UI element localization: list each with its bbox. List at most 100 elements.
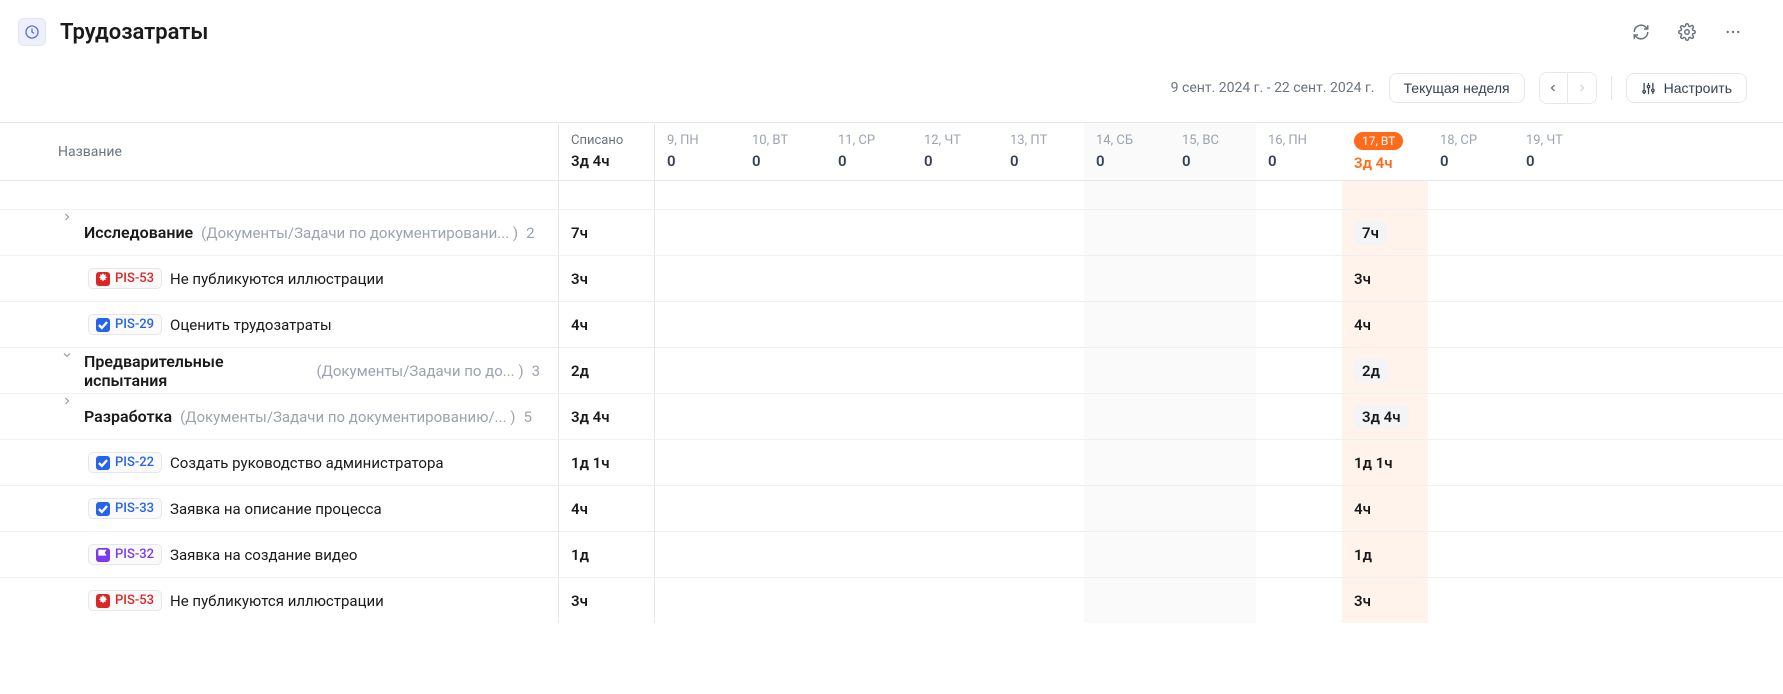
day-cell[interactable]: [826, 578, 912, 623]
day-cell[interactable]: [826, 302, 912, 347]
day-cell[interactable]: [998, 256, 1084, 301]
day-cell[interactable]: [1084, 256, 1170, 301]
day-cell[interactable]: [740, 302, 826, 347]
day-cell[interactable]: [826, 256, 912, 301]
logged-cell[interactable]: 1д: [558, 532, 654, 577]
day-cell[interactable]: [1256, 302, 1342, 347]
day-cell[interactable]: [998, 486, 1084, 531]
day-cell[interactable]: [998, 440, 1084, 485]
day-cell[interactable]: [998, 210, 1084, 255]
day-cell[interactable]: [1428, 440, 1514, 485]
day-cell[interactable]: [912, 394, 998, 439]
day-cell[interactable]: [1170, 578, 1256, 623]
day-cell[interactable]: [1084, 440, 1170, 485]
day-cell[interactable]: [654, 578, 740, 623]
day-cell[interactable]: [1084, 210, 1170, 255]
day-cell[interactable]: [740, 210, 826, 255]
day-cell[interactable]: [826, 394, 912, 439]
chevron-right-icon[interactable]: [60, 394, 74, 408]
day-cell[interactable]: [998, 394, 1084, 439]
day-cell[interactable]: [654, 256, 740, 301]
day-cell[interactable]: [1170, 302, 1256, 347]
day-cell[interactable]: [1428, 348, 1514, 393]
task-tag[interactable]: PIS-53: [88, 590, 162, 611]
day-cell[interactable]: [1428, 210, 1514, 255]
logged-cell[interactable]: 4ч: [558, 486, 654, 531]
day-cell[interactable]: [912, 256, 998, 301]
day-cell[interactable]: [1514, 394, 1600, 439]
day-cell[interactable]: [1428, 486, 1514, 531]
day-cell[interactable]: [654, 210, 740, 255]
day-cell[interactable]: [1170, 440, 1256, 485]
day-cell[interactable]: 3ч: [1342, 578, 1428, 623]
name-cell[interactable]: PIS-53Не публикуются иллюстрации: [0, 256, 558, 301]
day-cell[interactable]: [654, 302, 740, 347]
day-cell[interactable]: [1084, 348, 1170, 393]
day-cell[interactable]: [1256, 394, 1342, 439]
day-cell[interactable]: [1256, 532, 1342, 577]
day-cell[interactable]: 7ч: [1342, 210, 1428, 255]
settings-button[interactable]: [1673, 18, 1701, 46]
day-cell[interactable]: [1514, 256, 1600, 301]
task-tag[interactable]: PIS-33: [88, 498, 162, 519]
day-cell[interactable]: [740, 348, 826, 393]
day-cell[interactable]: [998, 532, 1084, 577]
task-tag[interactable]: PIS-53: [88, 268, 162, 289]
day-cell[interactable]: [1514, 486, 1600, 531]
name-cell[interactable]: PIS-53Не публикуются иллюстрации: [0, 578, 558, 623]
day-cell[interactable]: [1084, 302, 1170, 347]
day-cell[interactable]: 2д: [1342, 348, 1428, 393]
day-cell[interactable]: [1170, 486, 1256, 531]
day-cell[interactable]: [1084, 578, 1170, 623]
day-cell[interactable]: [912, 486, 998, 531]
day-cell[interactable]: [826, 210, 912, 255]
day-cell[interactable]: [1084, 532, 1170, 577]
logged-cell[interactable]: 4ч: [558, 302, 654, 347]
day-cell[interactable]: [826, 440, 912, 485]
day-cell[interactable]: 4ч: [1342, 302, 1428, 347]
day-cell[interactable]: [1256, 440, 1342, 485]
name-cell[interactable]: PIS-32Заявка на создание видео: [0, 532, 558, 577]
day-cell[interactable]: [998, 578, 1084, 623]
day-cell[interactable]: [740, 256, 826, 301]
name-cell[interactable]: PIS-22Создать руководство администратора: [0, 440, 558, 485]
day-cell[interactable]: [1514, 348, 1600, 393]
logged-cell[interactable]: 1д 1ч: [558, 440, 654, 485]
day-cell[interactable]: [912, 210, 998, 255]
day-cell[interactable]: [1428, 578, 1514, 623]
day-cell[interactable]: [740, 486, 826, 531]
day-cell[interactable]: [1256, 578, 1342, 623]
next-button[interactable]: [1568, 73, 1596, 103]
day-cell[interactable]: [1514, 578, 1600, 623]
day-cell[interactable]: [740, 394, 826, 439]
task-tag[interactable]: PIS-32: [88, 544, 162, 565]
day-cell[interactable]: [1428, 256, 1514, 301]
day-cell[interactable]: [912, 532, 998, 577]
day-cell[interactable]: [912, 302, 998, 347]
day-cell[interactable]: [912, 578, 998, 623]
logged-cell[interactable]: 3д 4ч: [558, 394, 654, 439]
day-cell[interactable]: [1428, 394, 1514, 439]
day-cell[interactable]: [1084, 394, 1170, 439]
logged-cell[interactable]: 2д: [558, 348, 654, 393]
day-cell[interactable]: 3ч: [1342, 256, 1428, 301]
chevron-down-icon[interactable]: [60, 348, 74, 362]
day-cell[interactable]: [654, 348, 740, 393]
day-cell[interactable]: [1170, 210, 1256, 255]
day-cell[interactable]: [826, 486, 912, 531]
day-cell[interactable]: [1170, 256, 1256, 301]
name-cell[interactable]: PIS-29Оценить трудозатраты: [0, 302, 558, 347]
logged-cell[interactable]: 7ч: [558, 210, 654, 255]
day-cell[interactable]: 1д 1ч: [1342, 440, 1428, 485]
day-cell[interactable]: [654, 440, 740, 485]
day-cell[interactable]: [1428, 532, 1514, 577]
logged-cell[interactable]: 3ч: [558, 578, 654, 623]
day-cell[interactable]: 3д 4ч: [1342, 394, 1428, 439]
configure-button[interactable]: Настроить: [1626, 73, 1747, 103]
more-button[interactable]: [1719, 18, 1747, 46]
name-cell[interactable]: PIS-33Заявка на описание процесса: [0, 486, 558, 531]
day-cell[interactable]: [1256, 210, 1342, 255]
name-cell[interactable]: Исследование(Документы/Задачи по докумен…: [0, 210, 558, 255]
day-cell[interactable]: [740, 578, 826, 623]
day-cell[interactable]: [654, 532, 740, 577]
